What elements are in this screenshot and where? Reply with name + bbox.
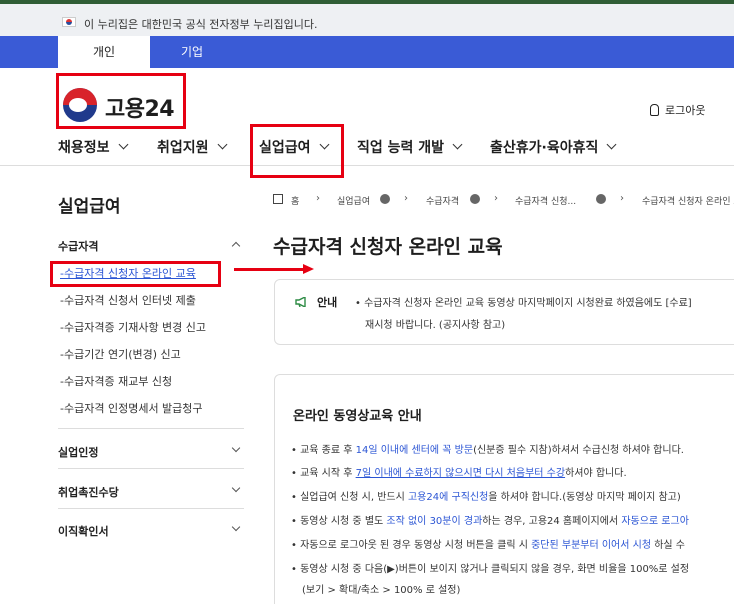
lnb-sub-period-extension[interactable]: -수급기간 연기(변경) 신고: [60, 346, 181, 362]
guide-item-continued: (보기 > 확대/축소 > 100% 로 설정): [302, 585, 461, 596]
guide-highlight: 고용24에 구직신청: [407, 492, 489, 503]
notice-text-line1: • 수급자격 신청자 온라인 교육 동영상 마지막페이지 시청완료 하였음에도 …: [355, 298, 692, 309]
gnb-parental-leave-label: 출산휴가·육아휴직: [490, 140, 599, 156]
guide-text: 하는 경우, 고용24 홈페이지에서: [482, 516, 622, 527]
gnb-employment-support-label: 취업지원: [157, 140, 209, 156]
guide-text: 동영상 시청 중 다음(▶)버튼이 보이지 않거나 클릭되지 않을 경우, 화면…: [300, 564, 690, 575]
lnb-sub-label: 수급자격증 기재사항 변경 신고: [63, 321, 207, 334]
lnb-sub-label: 수급자격 인정명세서 발급청구: [63, 402, 203, 415]
guide-highlight: 조작 없이 30분이 경과: [386, 516, 483, 527]
chevron-down-icon: [452, 139, 463, 150]
chevron-down-icon: [606, 139, 617, 150]
guide-item: • 자동으로 로그아웃 된 경우 동영상 시청 버튼을 클릭 시 중단된 부분부…: [291, 540, 685, 551]
taegeuk-logo-icon: [63, 88, 97, 122]
notice-text-line2: 재시청 바랍니다. (공지사항 참고): [365, 320, 506, 331]
gnb-jobs-label: 채용정보: [58, 140, 110, 156]
chevron-down-icon[interactable]: [231, 522, 241, 532]
site-logo-text: 고용24: [105, 97, 175, 122]
gnb-jobs[interactable]: 채용정보: [58, 137, 128, 157]
korea-flag-icon: [62, 17, 76, 27]
breadcrumb-home[interactable]: 홈: [291, 194, 299, 207]
guide-text: 실업급여 신청 시, 반드시: [300, 492, 408, 503]
sub-item-highlight-box: [50, 261, 221, 287]
chevron-down-icon: [217, 139, 227, 150]
breadcrumb-separator-icon: ›: [404, 193, 408, 204]
lnb-sub-label: 수급자격증 재교부 신청: [63, 375, 173, 388]
gov-banner-text: 이 누리집은 대한민국 공식 전자정부 누리집입니다.: [84, 18, 318, 31]
home-icon[interactable]: [273, 194, 283, 204]
chevron-up-icon[interactable]: [231, 241, 241, 251]
chevron-down-icon[interactable]: [231, 483, 241, 493]
lnb-divider: [58, 508, 244, 509]
gnb-highlight-box: [250, 124, 344, 178]
guide-item: • 동영상 시청 중 다음(▶)버튼이 보이지 않거나 클릭되지 않을 경우, …: [291, 564, 690, 575]
notice-label: 안내: [317, 296, 338, 309]
chevron-down-icon[interactable]: [231, 443, 241, 453]
guide-text: 교육 종료 후: [300, 445, 356, 456]
global-nav: 채용정보 취업지원 실업급여 직업 능력 개발 출산휴가·육아휴직: [0, 130, 734, 166]
lock-icon: [650, 104, 659, 116]
gov-banner: 이 누리집은 대한민국 공식 전자정부 누리집입니다.: [0, 0, 734, 36]
guide-highlight: 14일 이내에 센터에 꼭 방문: [355, 445, 474, 456]
lnb-sub-statement-request[interactable]: -수급자격 인정명세서 발급청구: [60, 400, 203, 416]
guide-item: • 교육 시작 후 7일 이내에 수료하지 않으시면 다시 처음부터 수강하셔야…: [291, 468, 627, 479]
gnb-employment-support[interactable]: 취업지원: [157, 137, 227, 157]
guide-highlight: 중단된 부분부터 이어서 시청: [531, 540, 652, 551]
guide-item: • 교육 종료 후 14일 이내에 센터에 꼭 방문(신분증 필수 지참)하셔서…: [291, 445, 684, 456]
gnb-parental-leave[interactable]: 출산휴가·육아휴직: [490, 137, 617, 157]
lnb-sub-change-report[interactable]: -수급자격증 기재사항 변경 신고: [60, 319, 206, 335]
guide-item: • 실업급여 신청 시, 반드시 고용24에 구직신청을 하셔야 합니다.(동영…: [291, 492, 681, 503]
page-title: 수급자격 신청자 온라인 교육: [273, 236, 503, 258]
guide-text: 하셔야 합니다.: [565, 468, 627, 479]
lnb-divider: [58, 428, 244, 429]
lnb-divider: [58, 468, 244, 469]
lnb-section-unemployment-recognition[interactable]: 실업인정: [58, 444, 98, 460]
guide-text: (신분증 필수 지참)하셔서 수급신청 하셔야 합니다.: [473, 445, 684, 456]
breadcrumb-eligibility[interactable]: 수급자격: [426, 194, 459, 207]
breadcrumb-separator-icon: ›: [316, 193, 320, 204]
lnb-title: 실업급여: [58, 197, 121, 217]
lnb-section-eligibility[interactable]: 수급자격: [58, 238, 98, 254]
notice-box: 안내 • 수급자격 신청자 온라인 교육 동영상 마지막페이지 시청완료 하였음…: [274, 279, 734, 345]
gnb-vocational-training-label: 직업 능력 개발: [357, 140, 445, 156]
logout-label: 로그아웃: [665, 104, 706, 117]
lnb-section-separation-certificate[interactable]: 이직확인서: [58, 523, 109, 539]
guide-text: 을 하셔야 합니다.(동영상 마지막 페이지 참고): [488, 492, 681, 503]
guide-item: • 동영상 시청 중 별도 조작 없이 30분이 경과하는 경우, 고용24 홈…: [291, 516, 689, 527]
chevron-down-icon[interactable]: [596, 194, 606, 204]
breadcrumb-current: 수급자격 신청자 온라인 교육: [642, 197, 734, 207]
guide-highlight: 자동으로 로그아: [621, 516, 689, 527]
lnb-sub-internet-application[interactable]: -수급자격 신청서 인터넷 제출: [60, 292, 196, 308]
annotation-arrow-line: [234, 268, 304, 271]
breadcrumb-separator-icon: ›: [494, 193, 498, 204]
lnb-section-reemployment-allowance[interactable]: 취업촉진수당: [58, 484, 119, 500]
user-type-tabs: 개인 기업: [0, 36, 734, 68]
chevron-down-icon[interactable]: [380, 194, 390, 204]
breadcrumb-application[interactable]: 수급자격 신청...: [515, 194, 576, 207]
lnb-sub-reissue[interactable]: -수급자격증 재교부 신청: [60, 373, 172, 389]
lnb-sub-label: 수급자격 신청서 인터넷 제출: [63, 294, 196, 307]
guide-title: 온라인 동영상교육 안내: [293, 409, 422, 424]
guide-text: 교육 시작 후: [300, 468, 356, 479]
logo-highlight[interactable]: 고용24: [56, 73, 186, 129]
chevron-down-icon: [118, 139, 128, 150]
gnb-vocational-training[interactable]: 직업 능력 개발: [357, 137, 463, 157]
logout-link[interactable]: 로그아웃: [650, 102, 705, 118]
annotation-arrow-head-icon: [303, 264, 314, 274]
tab-business[interactable]: 기업: [146, 36, 238, 68]
tab-personal[interactable]: 개인: [58, 36, 150, 68]
megaphone-icon: [295, 297, 306, 307]
breadcrumb-separator-icon: ›: [620, 193, 624, 204]
guide-text: 하실 수: [651, 540, 685, 551]
breadcrumb-unemployment[interactable]: 실업급여: [337, 194, 370, 207]
lnb-sub-label: 수급기간 연기(변경) 신고: [63, 348, 181, 361]
chevron-down-icon[interactable]: [470, 194, 480, 204]
guide-text: 동영상 시청 중 별도: [300, 516, 387, 527]
notice-text-line1-value: 수급자격 신청자 온라인 교육 동영상 마지막페이지 시청완료 하였음에도 [수…: [364, 298, 692, 309]
online-education-guide: 온라인 동영상교육 안내 • 교육 종료 후 14일 이내에 센터에 꼭 방문(…: [274, 374, 734, 604]
guide-highlight: 7일 이내에 수료하지 않으시면 다시 처음부터 수강: [355, 468, 566, 479]
guide-text: 자동으로 로그아웃 된 경우 동영상 시청 버튼을 클릭 시: [300, 540, 532, 551]
